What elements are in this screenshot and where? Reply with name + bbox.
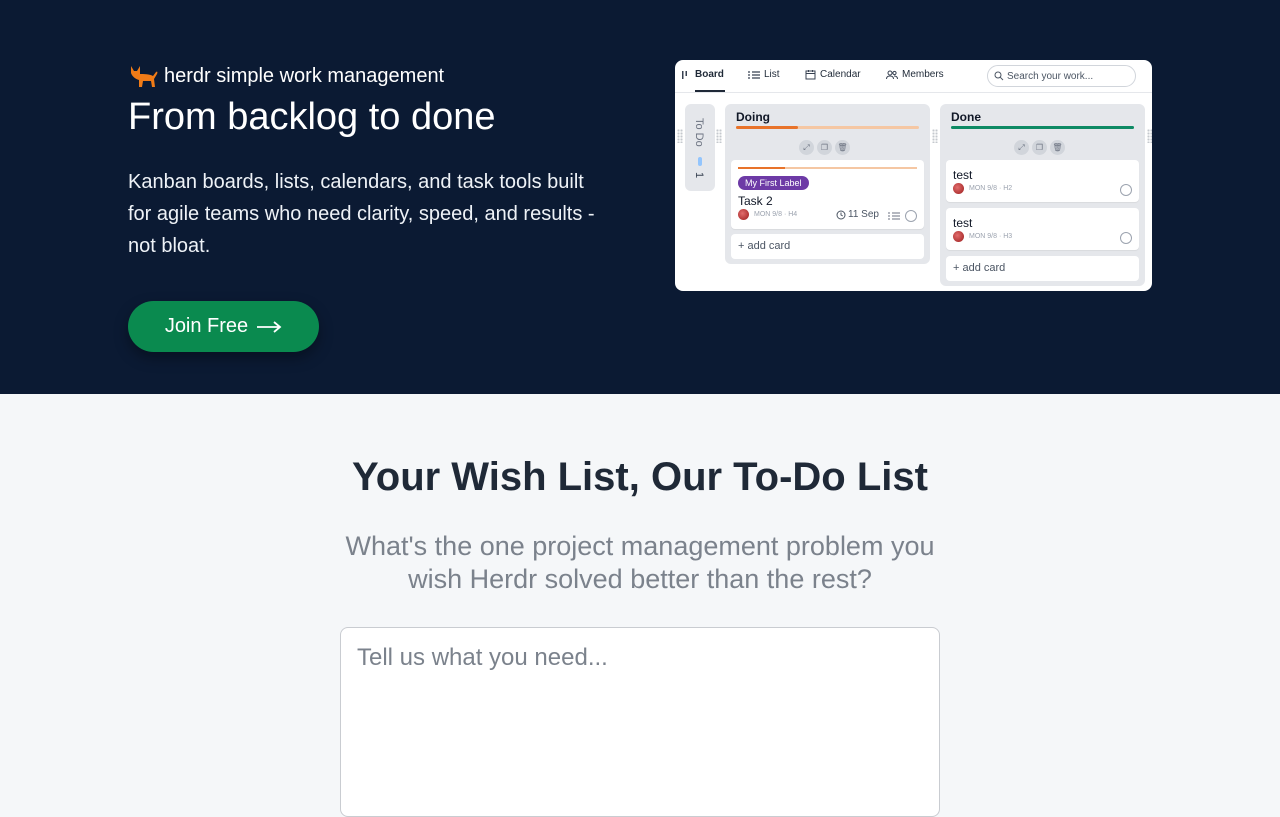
card-progress-fill [738, 167, 785, 169]
due-date-text: 11 Sep [848, 209, 879, 220]
card-meta: MON 9/8 · H4 [738, 209, 797, 220]
tab-calendar-label: Calendar [820, 69, 861, 80]
join-free-label: Join Free [164, 315, 249, 337]
drag-handle[interactable] [932, 129, 938, 143]
tab-list-label: List [764, 69, 780, 80]
column-progress-fill [951, 126, 1134, 129]
timer-icon[interactable] [1120, 232, 1132, 244]
card-title: test [953, 216, 973, 230]
board-icon [682, 70, 687, 79]
preview-search[interactable]: Search your work... [987, 65, 1136, 87]
add-card-button[interactable]: + add card [731, 234, 924, 259]
column-progress-bar [951, 126, 1134, 129]
search-icon [994, 71, 1004, 81]
card-meta: MON 9/8 · H3 [953, 231, 1012, 242]
preview-nav: Board List Calendar Members Search your … [675, 60, 1152, 93]
hero-content: herdr simple work management From backlo… [128, 60, 608, 262]
column-progress-fill [736, 126, 799, 129]
avatar [953, 183, 964, 194]
active-tab-underline [695, 90, 725, 92]
members-icon [886, 70, 898, 79]
checklist-icon [888, 212, 900, 220]
todo-count: 1 [693, 172, 705, 179]
wish-list-subtitle: What's the one project management proble… [345, 531, 935, 594]
todo-indicator [698, 157, 702, 166]
copy-icon[interactable]: ❐ [817, 140, 832, 155]
trash-icon[interactable]: 🗑 [1050, 140, 1065, 155]
card-meta-text: MON 9/8 · H2 [969, 185, 1013, 192]
wish-input[interactable] [340, 627, 940, 817]
avatar [738, 209, 749, 220]
search-placeholder: Search your work... [1007, 70, 1094, 82]
column-doing: Doing ⤢ ❐ 🗑 My First Label Task 2 MON 9/… [725, 104, 930, 264]
column-tools: ⤢ ❐ 🗑 [1014, 140, 1065, 155]
board-preview: Board List Calendar Members Search your … [675, 60, 1152, 291]
tab-calendar[interactable]: Calendar [805, 69, 861, 80]
card-title: test [953, 168, 973, 182]
clock-icon [836, 210, 846, 219]
arrow-right-icon [257, 320, 282, 333]
tab-members-label: Members [902, 69, 944, 80]
task-card[interactable]: My First Label Task 2 MON 9/8 · H4 11 Se… [731, 160, 924, 229]
column-title: Done [951, 110, 981, 124]
tab-board-label: Board [695, 69, 724, 80]
timer-icon[interactable] [1120, 184, 1132, 196]
timer-icon[interactable] [905, 210, 917, 222]
hero-section: herdr simple work management From backlo… [0, 0, 1280, 394]
todo-title: To Do [693, 118, 705, 147]
column-progress-bar [736, 126, 919, 129]
trash-icon[interactable]: 🗑 [835, 140, 850, 155]
collapse-icon[interactable]: ⤢ [799, 140, 814, 155]
column-title: Doing [736, 110, 770, 124]
card-title: Task 2 [738, 194, 773, 208]
card-meta-text: MON 9/8 · H3 [969, 233, 1013, 240]
avatar [953, 231, 964, 242]
cat-logo-icon [131, 66, 158, 87]
brand[interactable]: herdr simple work management [128, 60, 608, 92]
tab-list[interactable]: List [748, 69, 780, 80]
column-todo-collapsed[interactable]: To Do 1 [685, 104, 715, 191]
card-due-date: 11 Sep [836, 209, 879, 220]
hero-headline: From backlog to done [128, 96, 496, 138]
task-card[interactable]: test MON 9/8 · H3 [946, 208, 1139, 250]
drag-handle[interactable] [1147, 129, 1152, 143]
join-free-button[interactable]: Join Free [128, 301, 319, 352]
task-card[interactable]: test MON 9/8 · H2 [946, 160, 1139, 202]
hero-description: Kanban boards, lists, calendars, and tas… [128, 171, 595, 257]
list-icon [748, 70, 760, 79]
add-card-button[interactable]: + add card [946, 256, 1139, 281]
drag-handle[interactable] [677, 129, 683, 143]
card-meta: MON 9/8 · H2 [953, 183, 1012, 194]
calendar-icon [805, 70, 816, 80]
tab-board[interactable]: Board [681, 69, 724, 80]
card-label[interactable]: My First Label [738, 176, 809, 190]
brand-name: herdr simple work management [164, 64, 445, 87]
column-tools: ⤢ ❐ 🗑 [799, 140, 850, 155]
tab-members[interactable]: Members [886, 69, 944, 80]
copy-icon[interactable]: ❐ [1032, 140, 1047, 155]
wish-list-title: Your Wish List, Our To-Do List [352, 455, 928, 499]
drag-handle[interactable] [716, 129, 722, 143]
collapse-icon[interactable]: ⤢ [1014, 140, 1029, 155]
card-meta-text: MON 9/8 · H4 [754, 211, 798, 218]
card-progress-bar [738, 167, 917, 169]
column-done: Done ⤢ ❐ 🗑 test MON 9/8 · H2 test MON 9/… [940, 104, 1145, 286]
